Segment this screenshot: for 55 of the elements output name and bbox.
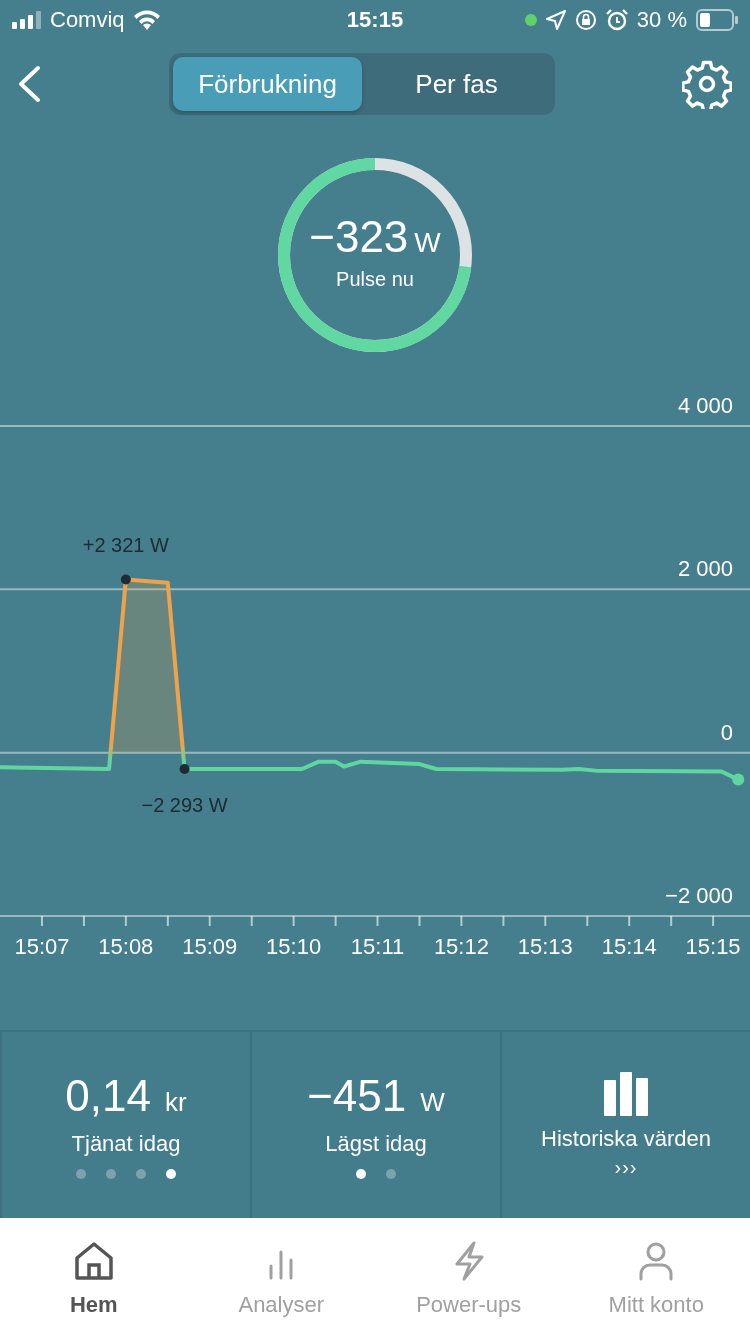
peak-dot	[120, 574, 131, 585]
battery-icon	[696, 9, 738, 31]
dot-icon	[524, 14, 537, 26]
home-icon	[73, 1240, 114, 1282]
nav-tab[interactable]: Mitt konto	[562, 1218, 750, 1334]
rotation-lock-icon	[574, 9, 597, 31]
alarm-icon	[605, 9, 628, 31]
page-dot[interactable]	[386, 1169, 396, 1179]
location-arrow-icon	[545, 10, 566, 30]
y-axis-label: 2 000	[677, 556, 733, 582]
page-dot[interactable]	[166, 1169, 176, 1179]
carrier-name: Comviq	[50, 7, 125, 33]
clock-time: 15:15	[346, 7, 404, 33]
nav-tab[interactable]: Power-ups	[375, 1218, 563, 1334]
page-dot[interactable]	[356, 1169, 366, 1179]
battery-percent: 30 %	[636, 7, 687, 33]
segment-tab[interactable]: Per fas	[362, 57, 551, 111]
power-value: −323	[309, 211, 409, 262]
y-axis-label: −2 000	[665, 883, 733, 908]
power-unit: W	[414, 226, 441, 259]
x-axis-label: 15:15	[685, 934, 741, 959]
stat-unit: W	[420, 1087, 445, 1118]
stat-value: 0,14	[65, 1071, 151, 1121]
x-axis-label: 15:10	[266, 934, 322, 959]
nav-tab[interactable]: Hem	[0, 1218, 188, 1334]
annotation-label: −2 293 W	[141, 794, 228, 816]
history-label: Historiska värden	[541, 1125, 711, 1152]
current-point-dot	[732, 773, 745, 786]
page-dot[interactable]	[136, 1169, 146, 1179]
stat-unit: kr	[165, 1087, 187, 1118]
x-axis-label: 15:14	[601, 934, 657, 959]
x-axis-label: 15:09	[182, 934, 238, 959]
page-dot[interactable]	[76, 1169, 86, 1179]
segment-tab[interactable]: Förbrukning	[173, 57, 362, 111]
signal-icon	[12, 11, 42, 29]
page-dot[interactable]	[106, 1169, 116, 1179]
x-axis-label: 15:07	[14, 934, 70, 959]
wifi-icon	[132, 10, 161, 30]
x-axis-label: 15:11	[350, 934, 405, 959]
gauge-label: Pulse nu	[336, 267, 414, 291]
bar-chart-icon	[604, 1071, 648, 1116]
peak-dot	[179, 764, 190, 774]
more-arrows: ›››	[614, 1155, 638, 1179]
x-axis-label: 15:08	[98, 934, 154, 959]
y-axis-label: 0	[720, 719, 733, 745]
settings-icon[interactable]	[682, 59, 732, 109]
x-axis-label: 15:13	[517, 934, 573, 959]
x-axis-label: 15:12	[433, 934, 489, 959]
nav-tab[interactable]: Analyser	[187, 1218, 375, 1334]
stat-value: −451	[307, 1071, 407, 1121]
stat-label: Lägst idag	[325, 1131, 427, 1157]
y-axis-label: 4 000	[677, 393, 733, 418]
stat-label: Tjänat idag	[71, 1131, 181, 1157]
annotation-label: +2 321 W	[82, 533, 169, 556]
back-icon[interactable]	[16, 65, 42, 103]
